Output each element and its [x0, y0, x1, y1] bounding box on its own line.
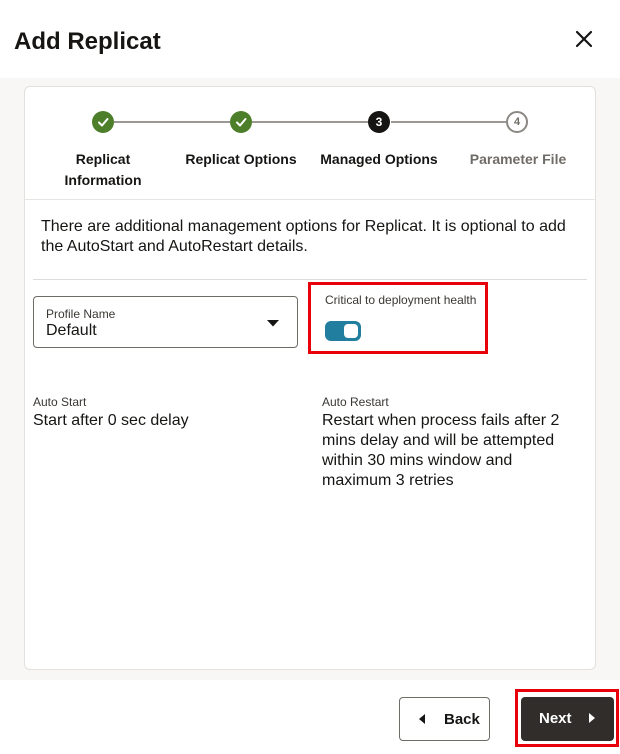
step-1-done-indicator[interactable] — [92, 111, 114, 133]
critical-health-highlight: Critical to deployment health — [308, 282, 488, 354]
auto-restart-label: Auto Restart — [322, 395, 389, 409]
dialog-footer: Back Next — [0, 680, 620, 754]
train-connector — [114, 121, 230, 123]
caret-right-icon — [589, 713, 595, 723]
dialog-header: Add Replicat — [0, 0, 620, 78]
train-connector — [252, 121, 368, 123]
step-3-label[interactable]: Managed Options — [309, 149, 449, 170]
step-1-label[interactable]: Replicat Information — [33, 149, 173, 191]
caret-down-icon — [267, 320, 279, 327]
check-icon — [98, 118, 109, 127]
back-button[interactable]: Back — [399, 697, 490, 741]
caret-left-icon — [419, 714, 425, 724]
step-4-label[interactable]: Parameter File — [448, 149, 588, 170]
auto-start-value: Start after 0 sec delay — [33, 412, 189, 429]
auto-restart-value: Restart when process fails after 2 mins … — [322, 412, 560, 489]
train-connector — [391, 121, 506, 123]
step-3-current-indicator[interactable]: 3 — [368, 111, 390, 133]
back-button-label: Back — [444, 711, 480, 728]
wizard-panel: 3 4 Replicat Information Replicat Option… — [24, 86, 596, 670]
next-button[interactable]: Next — [521, 697, 614, 741]
description-text: There are additional management options … — [41, 218, 566, 255]
step-4-future-indicator[interactable]: 4 — [506, 111, 528, 133]
step-2-label[interactable]: Replicat Options — [171, 149, 311, 170]
step-number: 3 — [375, 115, 383, 129]
next-button-label: Next — [539, 710, 572, 727]
profile-name-value: Default — [46, 322, 97, 339]
profile-name-label: Profile Name — [46, 307, 116, 321]
critical-health-toggle[interactable] — [325, 321, 361, 341]
step-label-line: Information — [64, 172, 142, 188]
dialog-body: 3 4 Replicat Information Replicat Option… — [0, 78, 620, 680]
auto-start-label: Auto Start — [33, 395, 87, 409]
profile-name-select[interactable]: Profile Name Default — [33, 296, 298, 348]
close-button[interactable] — [570, 25, 598, 53]
step-2-done-indicator[interactable] — [230, 111, 252, 133]
step-number: 4 — [513, 116, 521, 128]
toggle-knob — [344, 324, 358, 338]
close-icon — [575, 30, 593, 48]
check-icon — [236, 118, 247, 127]
step-train: 3 4 Replicat Information Replicat Option… — [25, 87, 595, 197]
divider — [25, 199, 595, 200]
dialog-title: Add Replicat — [14, 28, 161, 55]
divider — [33, 279, 587, 280]
step-label-line: Replicat — [75, 151, 131, 167]
critical-health-label: Critical to deployment health — [325, 293, 477, 307]
